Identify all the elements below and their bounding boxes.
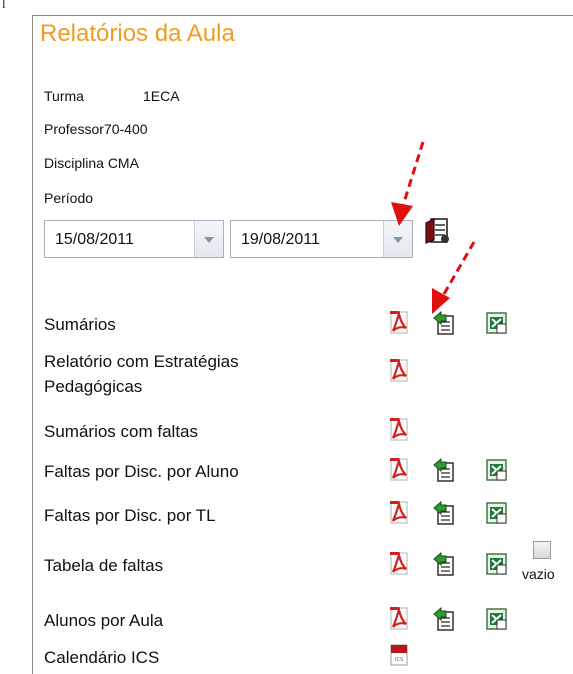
start-date-field[interactable]: 15/08/2011 <box>44 220 224 258</box>
pdf-icon[interactable] <box>388 551 412 577</box>
professor-label: Professor <box>44 121 104 137</box>
clipped-heading: l <box>2 0 6 11</box>
pdf-icon[interactable] <box>388 606 412 632</box>
disciplina-row: Disciplina CMA <box>44 155 139 171</box>
export-icon[interactable] <box>432 457 456 483</box>
pdf-icon[interactable] <box>388 417 412 443</box>
turma-label: Turma <box>44 88 84 104</box>
pdf-icon[interactable] <box>388 500 412 526</box>
report-label-estrategias: Relatório com Estratégias <box>44 352 239 371</box>
export-icon[interactable] <box>432 606 456 632</box>
report-label-estrategias-line2: Pedagógicas <box>44 377 143 396</box>
report-label-calendario-ics: Calendário ICS <box>44 648 160 667</box>
pdf-icon[interactable] <box>388 457 412 483</box>
export-icon[interactable] <box>432 551 456 577</box>
excel-icon[interactable] <box>484 310 508 336</box>
report-label-alunos-aula: Alunos por Aula <box>44 611 164 630</box>
vazio-label: vazio <box>522 566 555 582</box>
excel-icon[interactable] <box>484 457 508 483</box>
excel-icon[interactable] <box>484 606 508 632</box>
report-label-faltas-aluno: Faltas por Disc. por Aluno <box>44 462 239 481</box>
calendar-file-icon[interactable]: ICS <box>388 643 412 669</box>
report-label-sumarios: Sumários <box>44 315 116 334</box>
svg-text:ICS: ICS <box>395 657 403 663</box>
disciplina-label: Disciplina <box>44 155 104 171</box>
page-title: Relatórios da Aula <box>40 20 235 47</box>
turma-row: Turma 1ECA <box>44 88 180 104</box>
pdf-icon[interactable] <box>388 358 412 384</box>
periodo-label: Período <box>44 190 94 206</box>
report-label-sumarios-faltas: Sumários com faltas <box>44 422 198 441</box>
notebook-icon[interactable] <box>423 216 451 246</box>
top-strip: l <box>0 0 573 16</box>
disciplina-value: CMA <box>107 155 139 171</box>
turma-value: 1ECA <box>143 88 180 104</box>
professor-row: Professor70-400 <box>44 121 148 137</box>
vazio-checkbox[interactable] <box>533 541 551 559</box>
pdf-icon[interactable] <box>388 310 412 336</box>
export-icon[interactable] <box>432 310 456 336</box>
professor-value: 70-400 <box>103 121 148 137</box>
end-date-value[interactable]: 19/08/2011 <box>241 231 320 249</box>
excel-icon[interactable] <box>484 551 508 577</box>
start-date-value[interactable]: 15/08/2011 <box>55 231 134 249</box>
end-date-dropdown-button[interactable] <box>383 221 412 257</box>
export-icon[interactable] <box>432 500 456 526</box>
report-label-faltas-tl: Faltas por Disc. por TL <box>44 506 216 525</box>
end-date-field[interactable]: 19/08/2011 <box>230 220 413 258</box>
excel-icon[interactable] <box>484 500 508 526</box>
start-date-dropdown-button[interactable] <box>194 221 223 257</box>
report-label-tabela-faltas: Tabela de faltas <box>44 556 164 575</box>
